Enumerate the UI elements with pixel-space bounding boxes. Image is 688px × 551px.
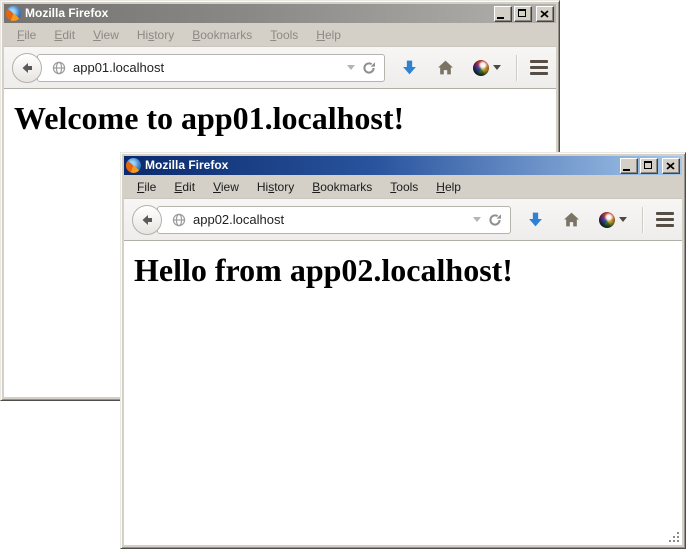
navigation-toolbar: app01.localhost [4, 46, 556, 89]
close-button[interactable] [662, 158, 680, 174]
back-button[interactable] [12, 53, 42, 83]
home-icon [437, 59, 454, 76]
window-title: Mozilla Firefox [145, 156, 616, 175]
reload-icon[interactable] [362, 61, 376, 75]
minimize-icon [497, 17, 504, 19]
back-arrow-icon [19, 60, 35, 76]
url-bar[interactable]: app02.localhost [157, 206, 511, 234]
title-bar[interactable]: Mozilla Firefox [4, 4, 556, 23]
menu-bookmarks[interactable]: Bookmarks [185, 26, 259, 44]
maximize-icon [644, 161, 652, 169]
home-icon [563, 211, 580, 228]
title-bar[interactable]: Mozilla Firefox [124, 156, 682, 175]
addon-button[interactable] [473, 60, 501, 76]
url-bar[interactable]: app01.localhost [37, 54, 385, 82]
addon-dropdown-icon [493, 65, 501, 70]
urlbar-dropdown-icon[interactable] [473, 217, 481, 222]
back-arrow-icon [139, 212, 155, 228]
minimize-button[interactable] [494, 6, 512, 22]
window-controls [494, 6, 554, 22]
home-button[interactable] [437, 59, 454, 76]
toolbar-separator [516, 55, 517, 81]
site-identity-globe-icon [52, 61, 66, 75]
urlbar-dropdown-icon[interactable] [347, 65, 355, 70]
menu-bar: File Edit View History Bookmarks Tools H… [4, 23, 556, 46]
menu-history[interactable]: History [250, 178, 301, 196]
page-heading: Hello from app02.localhost! [134, 252, 682, 289]
addon-dropdown-icon [619, 217, 627, 222]
minimize-button[interactable] [620, 158, 638, 174]
toolbar-separator [642, 207, 643, 233]
desktop: Mozilla Firefox File Edit View History B… [0, 0, 688, 551]
color-wheel-icon [599, 212, 615, 228]
color-wheel-icon [473, 60, 489, 76]
firefox-logo-icon [126, 158, 141, 173]
maximize-icon [518, 9, 526, 17]
menu-tools[interactable]: Tools [263, 26, 305, 44]
window-controls [620, 158, 680, 174]
page-heading: Welcome to app01.localhost! [14, 100, 556, 137]
reload-icon[interactable] [488, 213, 502, 227]
toolbar-buttons [527, 207, 674, 233]
toolbar-buttons [401, 55, 548, 81]
menu-file[interactable]: File [130, 178, 163, 196]
url-text[interactable]: app02.localhost [193, 212, 466, 227]
menu-button[interactable] [530, 60, 548, 75]
menu-view[interactable]: View [86, 26, 126, 44]
download-icon [401, 59, 418, 76]
menu-help[interactable]: Help [429, 178, 468, 196]
resize-grip[interactable] [669, 532, 681, 544]
close-button[interactable] [536, 6, 554, 22]
menu-help[interactable]: Help [309, 26, 348, 44]
firefox-logo-icon [6, 6, 21, 21]
navigation-toolbar: app02.localhost [124, 198, 682, 241]
hamburger-icon [656, 212, 674, 215]
minimize-icon [623, 169, 630, 171]
close-icon [666, 162, 675, 170]
download-button[interactable] [527, 211, 544, 228]
menu-file[interactable]: File [10, 26, 43, 44]
maximize-button[interactable] [640, 158, 658, 174]
menu-edit[interactable]: Edit [47, 26, 82, 44]
menu-view[interactable]: View [206, 178, 246, 196]
menu-bar: File Edit View History Bookmarks Tools H… [124, 175, 682, 198]
download-icon [527, 211, 544, 228]
menu-tools[interactable]: Tools [383, 178, 425, 196]
menu-history[interactable]: History [130, 26, 181, 44]
addon-button[interactable] [599, 212, 627, 228]
url-text[interactable]: app01.localhost [73, 60, 340, 75]
home-button[interactable] [563, 211, 580, 228]
menu-edit[interactable]: Edit [167, 178, 202, 196]
window-title: Mozilla Firefox [25, 4, 490, 23]
site-identity-globe-icon [172, 213, 186, 227]
back-button[interactable] [132, 205, 162, 235]
menu-button[interactable] [656, 212, 674, 227]
hamburger-icon [530, 60, 548, 63]
browser-window-app02: Mozilla Firefox File Edit View History B… [120, 152, 686, 549]
close-icon [540, 10, 549, 18]
menu-bookmarks[interactable]: Bookmarks [305, 178, 379, 196]
download-button[interactable] [401, 59, 418, 76]
page-content: Hello from app02.localhost! [124, 241, 682, 545]
maximize-button[interactable] [514, 6, 532, 22]
